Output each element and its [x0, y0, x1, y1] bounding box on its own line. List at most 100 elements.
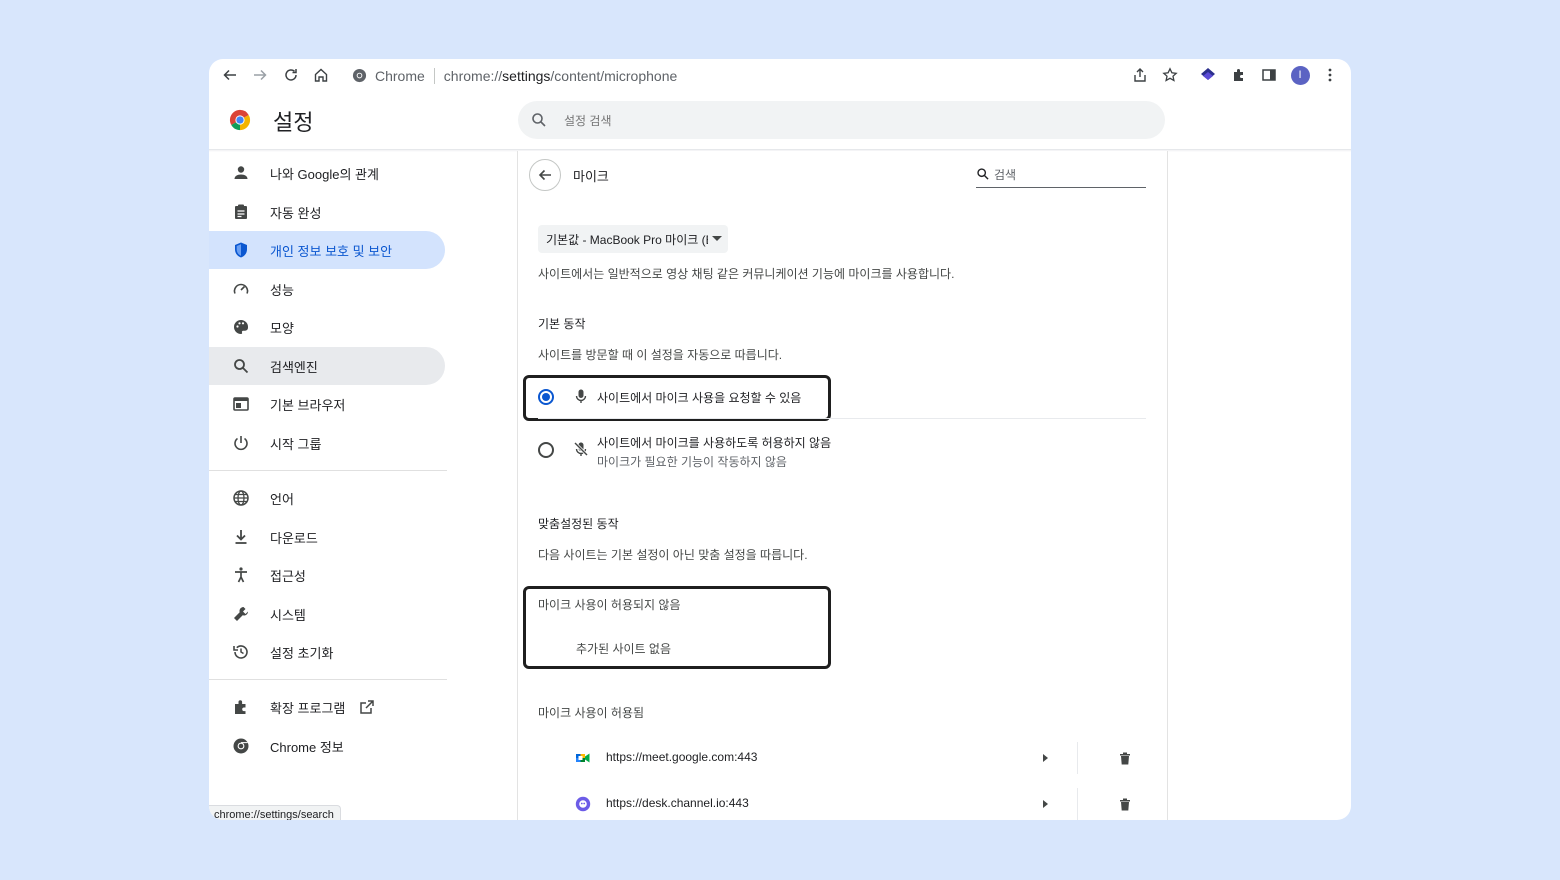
radio-allow-request[interactable] — [538, 389, 554, 405]
search-icon — [234, 359, 249, 374]
sidebar-item-on-startup[interactable]: 시작 그룹 — [209, 424, 445, 462]
menu-button[interactable] — [1320, 65, 1340, 85]
delete-icon[interactable] — [1117, 796, 1133, 812]
sidebar-item-search-engine[interactable]: 검색엔진 — [209, 347, 445, 385]
sidebar-item-about-chrome[interactable]: Chrome 정보 — [209, 727, 445, 765]
arrow-right-icon — [254, 69, 267, 81]
history-icon — [233, 645, 248, 659]
option-block-microphone-sublabel: 마이크가 필요한 기능이 작동하지 않음 — [597, 455, 787, 469]
reload-icon — [285, 69, 297, 81]
reload-button[interactable] — [281, 65, 301, 85]
sidebar-item-you-and-google[interactable]: 나와 Google의 관계 — [209, 154, 445, 192]
sidebar-item-label: 모양 — [270, 320, 294, 336]
sidebar-item-default-browser[interactable]: 기본 브라우저 — [209, 385, 445, 423]
sidebar-item-appearance[interactable]: 모양 — [209, 308, 445, 346]
back-nav-button[interactable] — [220, 65, 240, 85]
chevron-right-icon[interactable] — [1043, 800, 1048, 808]
google-meet-icon — [576, 753, 590, 763]
sidebar-item-label: Chrome 정보 — [270, 739, 344, 755]
sidebar-item-downloads[interactable]: 다운로드 — [209, 518, 445, 556]
sidebar-item-label: 시작 그룹 — [270, 436, 322, 452]
sidebar-item-label: 성능 — [270, 282, 294, 298]
forward-nav-button[interactable] — [250, 65, 270, 85]
site-url: https://desk.channel.io:443 — [606, 796, 749, 810]
sidebar-item-label: 언어 — [270, 491, 294, 507]
extensions-button[interactable] — [1229, 65, 1249, 85]
home-button[interactable] — [311, 65, 331, 85]
mic-off-icon — [573, 441, 589, 457]
extension-layers-button[interactable] — [1198, 65, 1218, 85]
list-item[interactable]: https://desk.channel.io:443 — [518, 782, 1167, 820]
row-separator — [1077, 788, 1078, 820]
sidebar-item-performance[interactable]: 성능 — [209, 270, 445, 308]
sidebar-item-label: 검색엔진 — [270, 359, 318, 375]
avatar: I — [1290, 65, 1310, 85]
sidebar-item-reset[interactable]: 설정 초기화 — [209, 633, 445, 671]
layers-extension-icon — [1201, 68, 1215, 80]
microphone-settings-card: 마이크 검색 기본값 - MacBook Pro 마이크 (E 사이트에서는 일… — [517, 151, 1168, 820]
share-button[interactable] — [1130, 65, 1150, 85]
custom-behavior-title: 맞춤설정된 동작 — [538, 517, 619, 531]
device-select-value: 기본값 - MacBook Pro 마이크 (E — [546, 232, 708, 247]
sidebar-item-privacy[interactable]: 개인 정보 보호 및 보안 — [209, 231, 445, 269]
clipboard-icon — [235, 204, 247, 219]
arrow-left-icon — [223, 69, 236, 81]
browser-toolbar: Chrome chrome://settings/content/microph… — [209, 59, 1351, 91]
sidebar-divider — [209, 679, 447, 680]
sidebar-item-label: 다운로드 — [270, 530, 318, 546]
delete-icon[interactable] — [1117, 750, 1133, 766]
sidebar-item-label: 설정 초기화 — [270, 645, 334, 661]
chevron-right-icon[interactable] — [1043, 754, 1048, 762]
puzzle-icon — [235, 700, 246, 714]
page-title: 설정 — [273, 110, 314, 135]
sidebar-item-accessibility[interactable]: 접근성 — [209, 556, 445, 594]
list-item[interactable]: https://meet.google.com:443 — [518, 736, 1167, 780]
shield-icon — [235, 242, 247, 258]
sidebar-item-label: 나와 Google의 관계 — [270, 166, 379, 182]
default-behavior-title: 기본 동작 — [538, 317, 586, 331]
home-icon — [314, 68, 328, 82]
subpage-search[interactable]: 검색 — [976, 165, 1146, 188]
channel-io-icon — [575, 796, 591, 812]
microphone-description: 사이트에서는 일반적으로 영상 채팅 같은 커뮤니케이션 기능에 마이크를 사용… — [538, 267, 955, 281]
back-button[interactable] — [529, 159, 561, 191]
sidebar-item-label: 확장 프로그램 — [270, 700, 346, 716]
blocked-list-title: 마이크 사용이 허용되지 않음 — [538, 598, 681, 612]
custom-behavior-description: 다음 사이트는 기본 설정이 아닌 맞춤 설정을 따릅니다. — [538, 548, 808, 562]
site-chip: Chrome — [375, 67, 425, 84]
search-icon — [532, 113, 546, 127]
chrome-icon — [233, 738, 249, 754]
sidebar-item-languages[interactable]: 언어 — [209, 479, 445, 517]
default-behavior-description: 사이트를 방문할 때 이 설정을 자동으로 따릅니다. — [538, 348, 783, 362]
subpage-title: 마이크 — [573, 169, 609, 184]
arrow-left-icon — [538, 169, 551, 181]
star-icon — [1162, 67, 1178, 82]
puzzle-icon — [1234, 69, 1243, 81]
speedometer-icon — [233, 283, 249, 294]
microphone-device-select[interactable]: 기본값 - MacBook Pro 마이크 (E — [538, 225, 728, 253]
side-panel-button[interactable] — [1259, 65, 1279, 85]
radio-block-microphone[interactable] — [538, 442, 554, 458]
chrome-logo-icon — [229, 109, 251, 131]
blocked-list-empty: 추가된 사이트 없음 — [576, 642, 671, 656]
settings-search[interactable] — [518, 101, 1165, 139]
sidebar-divider — [209, 470, 447, 471]
search-icon — [977, 168, 989, 180]
sidebar-item-system[interactable]: 시스템 — [209, 595, 445, 633]
option-block-microphone-label: 사이트에서 마이크를 사용하도록 허용하지 않음 — [597, 436, 832, 450]
bookmark-button[interactable] — [1160, 65, 1180, 85]
globe-icon — [233, 490, 249, 506]
sidebar-item-extensions[interactable]: 확장 프로그램 — [209, 688, 445, 726]
row-separator — [1077, 742, 1078, 774]
sidebar-item-label: 기본 브라우저 — [270, 397, 346, 413]
settings-search-input[interactable] — [562, 110, 1126, 132]
person-icon — [234, 166, 248, 179]
site-url: https://meet.google.com:443 — [606, 750, 758, 764]
settings-sidebar: 나와 Google의 관계 자동 완성 개인 정보 보호 및 보안 성능 모양 … — [209, 153, 449, 820]
accessibility-icon — [235, 567, 247, 583]
sidebar-item-autofill[interactable]: 자동 완성 — [209, 193, 445, 231]
chrome-small-icon — [352, 68, 367, 83]
allowed-list-title: 마이크 사용이 허용됨 — [538, 706, 645, 720]
profile-avatar[interactable]: I — [1290, 65, 1310, 85]
power-icon — [234, 436, 248, 451]
